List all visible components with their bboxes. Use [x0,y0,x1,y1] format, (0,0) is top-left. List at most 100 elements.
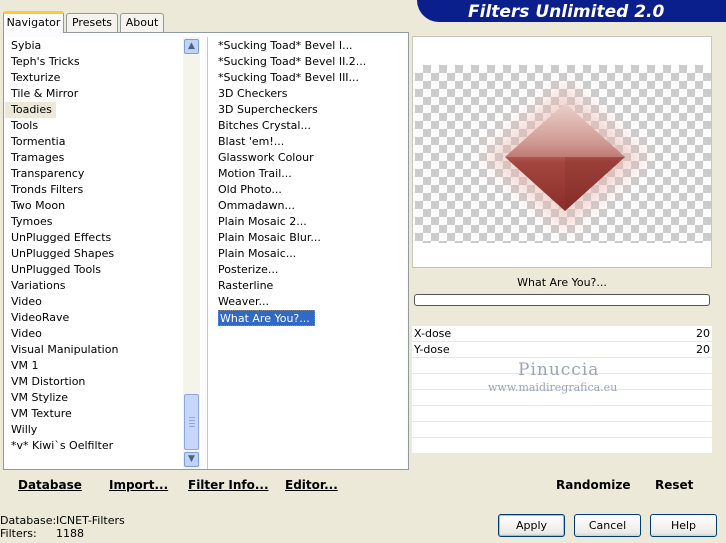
import-button[interactable]: Import... [109,478,168,492]
list-item[interactable]: Glasswork Colour [208,150,406,166]
param-name: X-dose [414,327,452,340]
list-item[interactable]: Posterize... [208,262,406,278]
list-item-label: 3D Supercheckers [218,103,318,116]
list-item-label: What Are You?... [218,310,315,326]
list-item-label: Ommadawn... [218,199,296,212]
editor-button[interactable]: Editor... [285,478,338,492]
list-item[interactable]: UnPlugged Effects [5,230,201,246]
scroll-up-button[interactable]: ▲ [184,39,199,54]
list-item[interactable]: Tile & Mirror [5,86,201,102]
list-item[interactable]: *v* Kiwi`s Oelfilter [5,438,201,454]
category-list[interactable]: Sybia Teph's Tricks Texturize Tile & Mirror… [5,37,201,469]
list-item-label: *Sucking Toad* Bevel III... [218,71,360,84]
tab-presets[interactable]: Presets [66,13,118,32]
list-item[interactable]: Bitches Crystal... [208,118,406,134]
param-row-x-dose[interactable]: X-dose 20 [412,326,712,342]
list-item-label: Weaver... [218,295,270,308]
list-item-label: Motion Trail... [218,167,292,180]
help-button[interactable]: Help [650,514,717,537]
list-item-label: Posterize... [218,263,279,276]
list-item-label: Visual Manipulation [11,343,119,356]
list-item[interactable]: Two Moon [5,198,201,214]
list-item[interactable]: Tramages [5,150,201,166]
list-item[interactable]: Variations [5,278,201,294]
list-item[interactable]: Blast 'em!... [208,134,406,150]
list-item[interactable]: Willy [5,422,201,438]
list-item[interactable]: 3D Checkers [208,86,406,102]
list-item[interactable]: Teph's Tricks [5,54,201,70]
list-item[interactable]: UnPlugged Tools [5,262,201,278]
reset-button[interactable]: Reset [655,478,693,492]
list-item[interactable]: Plain Mosaic... [208,246,406,262]
filter-info-button[interactable]: Filter Info... [188,478,269,492]
scroll-thumb[interactable] [184,394,199,450]
list-item[interactable]: Motion Trail... [208,166,406,182]
list-item[interactable]: *Sucking Toad* Bevel II.2... [208,54,406,70]
param-row-empty [412,406,712,422]
param-row-y-dose[interactable]: Y-dose 20 [412,342,712,358]
list-item-label: VM Texture [11,407,72,420]
category-scrollbar[interactable]: ▲ ▼ [183,37,200,469]
list-item[interactable]: Plain Mosaic 2... [208,214,406,230]
list-item[interactable]: VM 1 [5,358,201,374]
tab-navigator[interactable]: Navigator [3,11,64,33]
list-item[interactable]: Tools [5,118,201,134]
param-row-empty [412,438,712,454]
list-item-label: Old Photo... [218,183,282,196]
watermark-url: www.maidiregrafica.eu [488,381,618,394]
list-item-label: Transparency [11,167,85,180]
list-item[interactable]: Sybia [5,38,201,54]
list-item-label: Blast 'em!... [218,135,285,148]
list-item-label: Video [11,327,42,340]
cancel-button[interactable]: Cancel [574,514,641,537]
list-item[interactable]: Tymoes [5,214,201,230]
chevron-down-icon: ▼ [188,454,195,464]
list-item[interactable]: *Sucking Toad* Bevel III... [208,70,406,86]
filter-list[interactable]: *Sucking Toad* Bevel I... *Sucking Toad* … [207,37,406,469]
database-button[interactable]: Database [18,478,82,492]
list-item[interactable]: Video [5,294,201,310]
list-item-label: Tile & Mirror [11,87,79,100]
tab-about[interactable]: About [120,13,164,32]
status-filters: Filters: 1188 [0,527,84,540]
list-item[interactable]: VM Distortion [5,374,201,390]
randomize-button[interactable]: Randomize [556,478,630,492]
list-item[interactable]: *Sucking Toad* Bevel I... [208,38,406,54]
list-item[interactable]: Tronds Filters [5,182,201,198]
list-item-label: Glasswork Colour [218,151,314,164]
chevron-up-icon: ▲ [188,41,195,51]
list-item[interactable]: What Are You?... [208,310,406,326]
preview-diamond [483,83,647,231]
list-item-label: Tools [11,119,39,132]
progress-bar [414,294,710,306]
list-item[interactable]: Ommadawn... [208,198,406,214]
list-item[interactable]: Old Photo... [208,182,406,198]
apply-button[interactable]: Apply [498,514,565,537]
list-item[interactable]: Texturize [5,70,201,86]
list-item-label: Plain Mosaic 2... [218,215,307,228]
list-item[interactable]: VM Texture [5,406,201,422]
list-item[interactable]: Video [5,326,201,342]
list-item[interactable]: Rasterline [208,278,406,294]
list-item[interactable]: UnPlugged Shapes [5,246,201,262]
status-filters-value: 1188 [56,527,84,540]
list-item-label: Toadies [5,102,56,118]
list-item-label: Tronds Filters [11,183,84,196]
list-item-label: Tormentia [11,135,66,148]
status-filters-label: Filters: [0,527,37,540]
list-item[interactable]: Transparency [5,166,201,182]
list-item-label: Tymoes [11,215,53,228]
list-item[interactable]: VM Stylize [5,390,201,406]
list-item[interactable]: Tormentia [5,134,201,150]
list-item-label: *Sucking Toad* Bevel II.2... [218,55,367,68]
list-item[interactable]: VideoRave [5,310,201,326]
list-item[interactable]: Weaver... [208,294,406,310]
list-item-label: VM Stylize [11,391,68,404]
scroll-down-button[interactable]: ▼ [184,452,199,467]
list-item[interactable]: Visual Manipulation [5,342,201,358]
list-item[interactable]: 3D Supercheckers [208,102,406,118]
list-item[interactable]: Toadies [5,102,201,118]
list-item-label: *Sucking Toad* Bevel I... [218,39,353,52]
selected-filter-name: What Are You?... [517,276,607,289]
list-item[interactable]: Plain Mosaic Blur... [208,230,406,246]
